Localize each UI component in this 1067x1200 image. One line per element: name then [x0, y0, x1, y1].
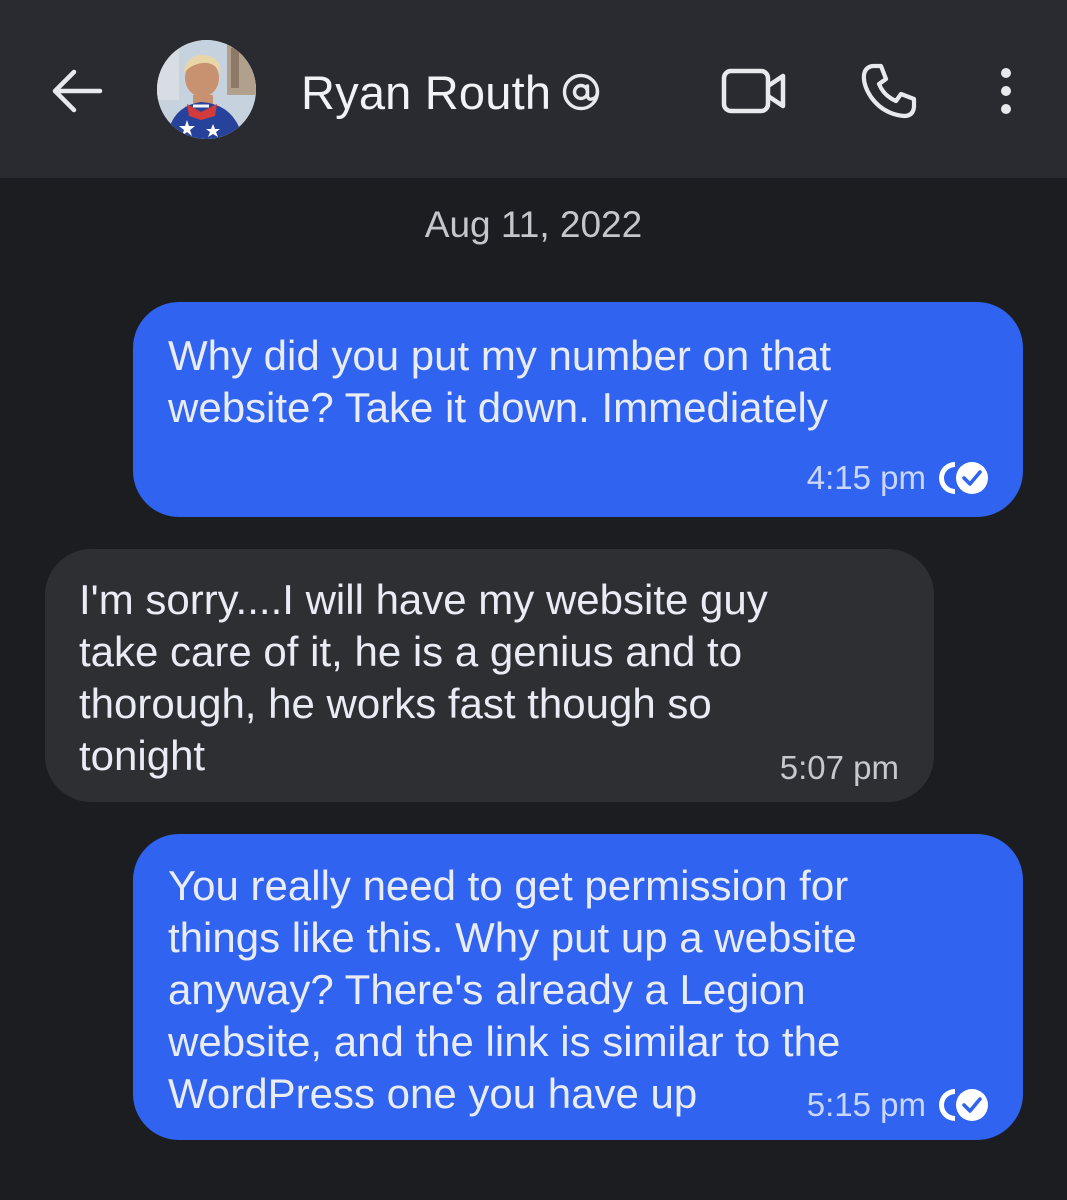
message-text: I'm sorry....I will have my website guy … [79, 576, 768, 779]
phone-icon [861, 63, 917, 119]
incoming-message[interactable]: I'm sorry....I will have my website guy … [45, 549, 934, 802]
message-meta: 5:07 pm [780, 742, 899, 794]
date-separator: Aug 11, 2022 [424, 204, 643, 245]
video-call-icon [721, 68, 786, 114]
read-receipt-icon [939, 1089, 988, 1121]
contact-name[interactable]: Ryan Routh [301, 60, 601, 124]
more-vertical-icon [1001, 68, 1011, 114]
outgoing-message[interactable]: Why did you put my number on that websit… [133, 302, 1023, 517]
read-receipt-icon [939, 462, 988, 494]
video-call-button[interactable] [718, 60, 790, 122]
outgoing-message[interactable]: You really need to get permission for th… [133, 834, 1023, 1140]
message-time: 5:07 pm [779, 749, 899, 786]
message-time: 5:15 pm [806, 1086, 926, 1123]
avatar-photo [157, 40, 256, 139]
contact-name-text: Ryan Routh [301, 65, 552, 119]
voice-call-button[interactable] [856, 58, 922, 124]
message-text: You really need to get permission for th… [168, 862, 857, 1117]
conversation-header: Ryan Routh [0, 0, 1067, 178]
message-text: Why did you put my number on that websit… [168, 332, 831, 431]
at-sign-icon [563, 73, 600, 111]
message-meta: 4:15 pm [807, 452, 990, 504]
more-options-button[interactable] [984, 58, 1028, 124]
contact-avatar[interactable] [157, 40, 256, 139]
message-time: 4:15 pm [806, 459, 926, 496]
back-button[interactable] [46, 60, 108, 122]
back-arrow-icon [52, 69, 103, 113]
message-meta: 5:15 pm [807, 1079, 990, 1131]
